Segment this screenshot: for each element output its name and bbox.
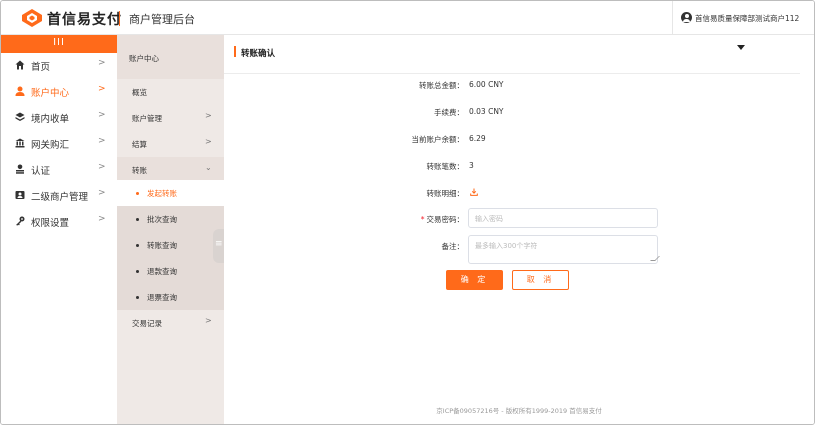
total-amount-label: 转账总金额： <box>419 81 464 90</box>
sidebar-item-home[interactable]: 首页 > <box>1 53 117 78</box>
cancel-button[interactable]: 取 消 <box>512 270 569 290</box>
submenu-title: 账户中心 <box>129 54 159 63</box>
chevron-right-icon: > <box>205 111 212 120</box>
balance-value: 6.29 <box>469 134 486 143</box>
total-amount-value: 6.00 CNY <box>469 80 504 89</box>
page-title: 转账确认 <box>241 49 276 59</box>
bullet-dot <box>136 244 139 247</box>
header-divider <box>119 11 120 26</box>
brand-name: 首信易支付 <box>47 12 122 28</box>
layers-icon <box>15 112 25 121</box>
chevron-right-icon: > <box>98 84 106 94</box>
submenu-item-label: 退票查询 <box>147 293 177 302</box>
required-mark: * <box>420 215 425 224</box>
trade-password-input[interactable]: 输入密码 <box>468 208 658 228</box>
submenu-item-label: 账户管理 <box>132 114 162 123</box>
sidebar: III 首页 > 账户中心 > 境内收单 > 网关购汇 > 认证 > 二级商户管… <box>1 35 117 424</box>
submenu-item-batch-query[interactable]: 批次查询 <box>117 206 224 232</box>
user-icon <box>15 86 25 96</box>
chevron-down-icon: ⌄ <box>205 163 212 172</box>
submenu-item-label: 批次查询 <box>147 215 177 224</box>
caret-down-icon[interactable] <box>737 45 745 50</box>
chevron-right-icon: > <box>98 188 106 198</box>
user-menu[interactable]: 首信易质量保障部测试商户112 <box>672 1 814 35</box>
submenu-item-return-query[interactable]: 退票查询 <box>117 284 224 310</box>
sidebar-item-gateway-fx[interactable]: 网关购汇 > <box>1 131 117 156</box>
collapse-submenu-handle[interactable] <box>213 229 224 263</box>
download-icon[interactable] <box>470 188 478 196</box>
user-avatar-icon <box>681 12 692 23</box>
sidebar-item-domestic-acquiring[interactable]: 境内收单 > <box>1 105 117 130</box>
chevron-right-icon: > <box>98 162 106 172</box>
logo-icon <box>22 9 42 27</box>
submenu-item-label: 转账查询 <box>147 241 177 250</box>
sidebar-item-label: 二级商户管理 <box>31 192 89 203</box>
title-divider <box>224 73 800 74</box>
submenu-item-label: 转账 <box>132 166 147 175</box>
submenu-item-initiate-transfer[interactable]: 发起转账 <box>117 180 224 206</box>
chevron-right-icon: > <box>98 136 106 146</box>
main-content: 转账确认 转账总金额： 6.00 CNY 手续费： 0.03 CNY 当前账户余… <box>224 35 814 424</box>
key-icon <box>16 216 25 226</box>
sidebar-item-label: 权限设置 <box>31 218 70 229</box>
chevron-right-icon: > <box>98 110 106 120</box>
submenu-item-label: 退款查询 <box>147 267 177 276</box>
submenu-item-label: 结算 <box>132 140 147 149</box>
transfer-count-value: 3 <box>469 161 474 170</box>
submenu-item-transfer-query[interactable]: 转账查询 <box>117 232 224 258</box>
sidebar-item-account-center[interactable]: 账户中心 > <box>1 79 117 104</box>
submenu-item-transaction-records[interactable]: 交易记录 > <box>117 310 224 336</box>
bank-icon <box>15 138 25 148</box>
chevron-right-icon: > <box>205 137 212 146</box>
header-subtitle: 商户管理后台 <box>129 13 195 26</box>
chevron-right-icon: > <box>205 316 212 325</box>
bullet-dot <box>136 192 139 195</box>
submenu-item-settlement[interactable]: 结算 > <box>117 131 224 157</box>
bullet-dot <box>136 218 139 221</box>
sidebar-item-verification[interactable]: 认证 > <box>1 157 117 182</box>
person-icon <box>16 164 24 174</box>
submenu-item-label: 概览 <box>132 88 147 97</box>
trade-password-label-text: 交易密码： <box>426 215 465 224</box>
bullet-dot <box>136 270 139 273</box>
note-label: 备注： <box>441 242 465 251</box>
submenu-item-overview[interactable]: 概览 <box>117 79 224 105</box>
user-name: 首信易质量保障部测试商户112 <box>695 14 800 23</box>
app-window: 首信易支付 商户管理后台 首信易质量保障部测试商户112 III 首页 > 账户… <box>0 0 815 425</box>
home-icon <box>15 60 25 70</box>
sidebar-item-label: 首页 <box>31 62 51 73</box>
submenu-panel: 账户中心 概览 账户管理 > 结算 > 转账 ⌄ 发起转账 批次查询 转账查询 <box>117 35 224 424</box>
footer-copyright: 京ICP备09057216号 - 版权所有1999-2019 首信易支付 <box>436 407 602 415</box>
fee-label: 手续费： <box>434 108 464 117</box>
sidebar-item-label: 认证 <box>31 166 51 177</box>
balance-label: 当前账户余额： <box>411 135 465 144</box>
title-accent-bar <box>234 46 236 57</box>
bullet-dot <box>136 296 139 299</box>
submenu-item-refund-query[interactable]: 退款查询 <box>117 258 224 284</box>
sidebar-item-sub-merchant[interactable]: 二级商户管理 > <box>1 183 117 208</box>
transfer-details-label: 转账明细： <box>426 189 465 198</box>
sidebar-item-label: 境内收单 <box>31 114 70 125</box>
transfer-count-label: 转账笔数： <box>426 162 465 171</box>
confirm-button[interactable]: 确 定 <box>446 270 503 290</box>
id-card-icon <box>15 191 25 199</box>
note-placeholder: 最多输入300个字符 <box>475 242 538 250</box>
menu-toggle-button[interactable]: III <box>1 35 117 53</box>
note-textarea[interactable]: 最多输入300个字符 <box>468 235 660 264</box>
submenu-item-account-management[interactable]: 账户管理 > <box>117 105 224 131</box>
sidebar-item-permissions[interactable]: 权限设置 > <box>1 209 117 234</box>
submenu-item-label: 发起转账 <box>147 189 177 198</box>
fee-value: 0.03 CNY <box>469 107 504 116</box>
submenu-item-label: 交易记录 <box>132 319 162 328</box>
resize-handle-icon[interactable] <box>650 256 660 261</box>
top-header: 首信易支付 商户管理后台 首信易质量保障部测试商户112 <box>1 1 814 35</box>
chevron-right-icon: > <box>98 58 106 68</box>
sidebar-item-label: 账户中心 <box>31 88 70 99</box>
submenu-header: 账户中心 <box>117 35 224 79</box>
chevron-right-icon: > <box>98 214 106 224</box>
trade-password-label: * 交易密码： <box>364 214 464 225</box>
sidebar-item-label: 网关购汇 <box>31 140 70 151</box>
